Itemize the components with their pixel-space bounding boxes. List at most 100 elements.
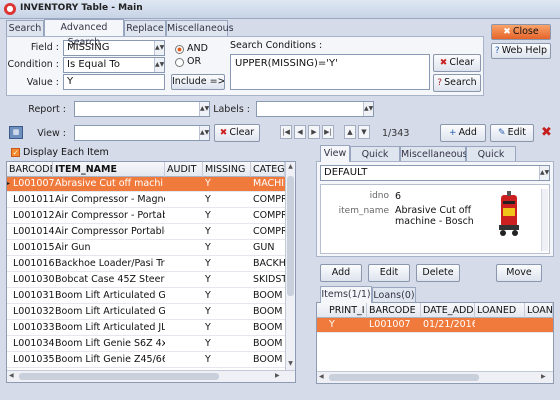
first-record-icon[interactable]: |◀ bbox=[280, 125, 292, 139]
table-row[interactable]: L001034Boom Lift Genie S6Z 4x4 Y BOOM LIF bbox=[7, 337, 285, 352]
search-conditions-text[interactable]: UPPER(MISSING)='Y' bbox=[230, 54, 430, 90]
table-cell: L001032 bbox=[13, 306, 55, 317]
table-cell: BOOM LIF bbox=[253, 322, 285, 333]
tab-quick-edit[interactable]: Quick Edit bbox=[350, 146, 400, 175]
table-cell: L001014 bbox=[13, 226, 55, 237]
labels-select[interactable]: ▲▼ bbox=[256, 101, 374, 117]
tab-view[interactable]: View bbox=[320, 145, 350, 162]
detail-add-button[interactable]: Add bbox=[320, 264, 362, 282]
preview-scrollbar[interactable] bbox=[541, 189, 548, 251]
sub-table-header: PRINT_I BARCODE DATE_ADDI LOANED LOAN bbox=[317, 303, 553, 318]
condition-select[interactable]: Is Equal To ▲▼ bbox=[63, 57, 165, 73]
vertical-scrollbar[interactable]: ▲ ▼ bbox=[285, 162, 295, 370]
table-cell: Y bbox=[205, 210, 211, 221]
column-header-date-added[interactable]: DATE_ADDI bbox=[421, 303, 475, 318]
sub-horizontal-scroll-thumb[interactable] bbox=[329, 374, 479, 381]
column-header-barcode[interactable]: BARCODE bbox=[367, 303, 421, 318]
add-record-button[interactable]: + Add bbox=[440, 124, 486, 142]
table-row[interactable]: L001035Boom Lift Genie Z45/66 Y BOOM LIF bbox=[7, 353, 285, 368]
table-cell bbox=[165, 257, 203, 272]
table-cell: L001015 bbox=[13, 242, 55, 253]
search-button[interactable]: ? Search bbox=[433, 74, 481, 92]
column-header-loaned[interactable]: LOANED bbox=[475, 303, 525, 318]
or-radio[interactable] bbox=[175, 58, 184, 67]
scroll-up-icon[interactable]: ▲ bbox=[287, 163, 294, 171]
include-button[interactable]: Include => bbox=[171, 74, 225, 90]
horizontal-scrollbar[interactable]: ◀ ▶ bbox=[7, 370, 295, 382]
sub-table-row[interactable]: Y L001007 01/21/2016 bbox=[317, 318, 553, 333]
column-header-print[interactable]: PRINT_I bbox=[327, 303, 367, 318]
display-each-item-checkbox[interactable]: ✓ bbox=[11, 148, 20, 157]
column-header-category[interactable]: CATEGORY bbox=[251, 162, 285, 177]
column-header-item-name[interactable]: ITEM_NAME bbox=[53, 162, 165, 177]
column-header-audit[interactable]: AUDIT bbox=[165, 162, 203, 177]
table-cell: BOOM LIF bbox=[253, 354, 285, 365]
table-cell bbox=[165, 177, 203, 192]
table-cell: L001030 bbox=[13, 274, 55, 285]
table-row[interactable]: L001032Boom Lift Articulated Ge Y BOOM LIF bbox=[7, 305, 285, 320]
tab-advanced-search[interactable]: Advanced Search bbox=[44, 19, 124, 48]
column-header-barcode[interactable]: BARCODE bbox=[7, 162, 53, 177]
table-cell: COMPRESS bbox=[253, 210, 285, 221]
table-row[interactable]: L001033Boom Lift Articulated JLG Y BOOM LI… bbox=[7, 321, 285, 336]
view-select[interactable]: ▲▼ bbox=[74, 125, 210, 141]
last-record-icon[interactable]: ▶| bbox=[322, 125, 334, 139]
and-label: AND bbox=[187, 43, 208, 54]
detail-delete-button[interactable]: Delete bbox=[416, 264, 460, 282]
tab-loans[interactable]: Loans(0) bbox=[372, 287, 416, 303]
table-cell: Y bbox=[205, 242, 211, 253]
move-down-icon[interactable]: ▼ bbox=[358, 125, 370, 139]
table-row[interactable]: L001007Abrasive Cut off machi Y MACHINE ▸ bbox=[7, 177, 285, 192]
tab-replace[interactable]: Replace bbox=[124, 20, 166, 36]
close-button[interactable]: ✖ Close bbox=[491, 24, 551, 40]
value-input[interactable]: Y bbox=[63, 74, 165, 90]
table-row[interactable]: L001012Air Compressor - Portabl Y COMPRESS bbox=[7, 209, 285, 224]
table-cell: Air Compressor - Portabl bbox=[55, 210, 165, 221]
tab-search[interactable]: Search bbox=[6, 20, 44, 36]
layout-select[interactable]: DEFAULT ▲▼ bbox=[320, 165, 550, 181]
chevron-updown-icon: ▲▼ bbox=[199, 126, 209, 140]
inventory-table: BARCODE ITEM_NAME AUDIT MISSING CATEGORY… bbox=[6, 161, 296, 383]
move-up-icon[interactable]: ▲ bbox=[344, 125, 356, 139]
table-cell: Y bbox=[205, 178, 211, 189]
tab-items[interactable]: Items(1/1) bbox=[320, 286, 372, 303]
scroll-left-icon[interactable]: ◀ bbox=[319, 373, 324, 380]
view-clear-button[interactable]: ✖ Clear bbox=[214, 124, 260, 142]
previous-record-icon[interactable]: ◀ bbox=[294, 125, 306, 139]
add-icon: + bbox=[449, 128, 457, 138]
sub-horizontal-scrollbar[interactable]: ◀ ▶ bbox=[317, 371, 553, 383]
report-select[interactable]: ▲▼ bbox=[74, 101, 210, 117]
current-row-indicator-icon: ▸ bbox=[7, 180, 11, 187]
scroll-down-icon[interactable]: ▼ bbox=[287, 360, 294, 368]
table-cell: MACHINE bbox=[253, 178, 285, 189]
detail-move-button[interactable]: Move bbox=[496, 264, 542, 282]
table-row[interactable]: L001031Boom Lift Articulated Ge Y BOOM LIF bbox=[7, 289, 285, 304]
clear-conditions-button[interactable]: ✖ Clear bbox=[433, 54, 481, 72]
calendar-icon[interactable]: ▦ bbox=[9, 126, 23, 139]
vertical-scroll-thumb[interactable] bbox=[287, 176, 294, 296]
table-row[interactable]: L001014Air Compressor Portable Y COMPRESS bbox=[7, 225, 285, 240]
next-record-icon[interactable]: ▶ bbox=[308, 125, 320, 139]
delete-record-icon[interactable]: ✖ bbox=[541, 124, 555, 142]
tab-quick-add[interactable]: Quick Add bbox=[466, 146, 516, 175]
scroll-right-icon[interactable]: ▶ bbox=[275, 372, 280, 379]
column-header-missing[interactable]: MISSING bbox=[203, 162, 251, 177]
column-header-loan[interactable]: LOAN bbox=[525, 303, 553, 318]
table-row[interactable]: L001016Backhoe Loader/Pasi Tr Y BACKHOE bbox=[7, 257, 285, 272]
and-radio[interactable] bbox=[175, 45, 184, 54]
table-row[interactable]: L001030Bobcat Case 45Z Steer Y SKIDSTEE bbox=[7, 273, 285, 288]
horizontal-scroll-thumb[interactable] bbox=[19, 373, 219, 380]
table-cell: Boom Lift Articulated Ge bbox=[55, 306, 165, 317]
web-help-button[interactable]: ? Web Help bbox=[491, 43, 551, 59]
scroll-left-icon[interactable]: ◀ bbox=[9, 372, 14, 379]
tab-detail-miscellaneous[interactable]: Miscellaneous bbox=[400, 146, 468, 162]
detail-edit-button[interactable]: Edit bbox=[368, 264, 410, 282]
edit-record-button[interactable]: ✎ Edit bbox=[490, 124, 534, 142]
tab-miscellaneous[interactable]: Miscellaneous bbox=[166, 20, 234, 36]
scroll-right-icon[interactable]: ▶ bbox=[541, 373, 546, 380]
field-label: Field : bbox=[30, 42, 59, 53]
labels-label: Labels : bbox=[213, 104, 250, 115]
table-row[interactable]: L001015 Air Gun Y GUN bbox=[7, 241, 285, 256]
table-cell: Air Compressor Portable bbox=[55, 226, 165, 237]
table-row[interactable]: L001011Air Compressor - Magne Y COMPRESS bbox=[7, 193, 285, 208]
